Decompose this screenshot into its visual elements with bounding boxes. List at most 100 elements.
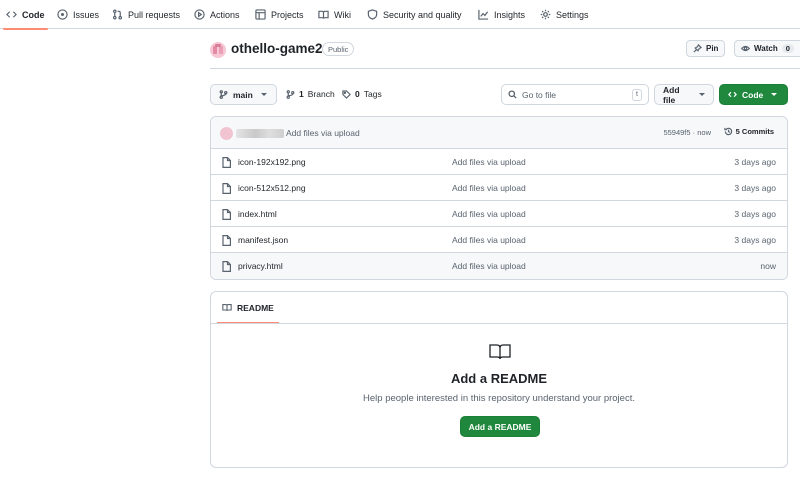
- pin-button[interactable]: Pin: [686, 40, 726, 57]
- tab-insights-label: Insights: [494, 9, 526, 20]
- tab-actions[interactable]: Actions: [194, 0, 240, 29]
- file-icon: [222, 261, 231, 272]
- commits-link[interactable]: 5 Commits: [723, 127, 774, 136]
- table-icon: [255, 9, 266, 20]
- search-icon: [508, 90, 517, 99]
- watch-label: Watch: [754, 44, 778, 53]
- table-row[interactable]: manifest.json Add files via upload 3 day…: [211, 227, 787, 253]
- latest-commit-hash-time[interactable]: 55949f5 · now: [663, 128, 711, 137]
- readme-panel: README Add a README Help people interest…: [210, 291, 788, 468]
- committer-name-redacted: [236, 129, 284, 138]
- file-date: 3 days ago: [734, 183, 776, 193]
- file-name[interactable]: privacy.html: [238, 261, 283, 271]
- chevron-down-icon: [771, 93, 778, 96]
- tab-projects[interactable]: Projects: [255, 0, 304, 29]
- latest-commit-message[interactable]: Add files via upload: [286, 128, 360, 138]
- repo-header: othello-game2 Public Pin Watch 0: [210, 40, 800, 69]
- branch-icon: [286, 89, 295, 99]
- file-table: Add files via upload 55949f5 · now 5 Com…: [210, 116, 788, 280]
- tab-security-label: Security and quality: [383, 9, 462, 20]
- table-row[interactable]: privacy.html Add files via upload now: [211, 253, 787, 279]
- tab-actions-label: Actions: [210, 9, 240, 20]
- pin-icon: [693, 44, 702, 53]
- tab-security[interactable]: Security and quality: [367, 0, 462, 29]
- issue-icon: [57, 9, 68, 20]
- owner-avatar[interactable]: [210, 42, 226, 58]
- code-icon: [6, 11, 17, 18]
- add-file-label: Add file: [663, 84, 680, 105]
- file-icon: [222, 157, 231, 168]
- file-commit-message[interactable]: Add files via upload: [452, 261, 526, 271]
- tag-label: Tags: [363, 89, 382, 99]
- history-icon: [723, 127, 732, 136]
- file-date: 3 days ago: [734, 157, 776, 167]
- divider: [211, 323, 787, 324]
- repo-name[interactable]: othello-game2: [231, 41, 323, 56]
- branch-name: main: [233, 89, 253, 100]
- readme-empty-description: Help people interested in this repositor…: [363, 393, 635, 404]
- file-commit-message[interactable]: Add files via upload: [452, 235, 526, 245]
- watch-button[interactable]: Watch 0: [734, 40, 800, 57]
- tab-insights[interactable]: Insights: [478, 0, 525, 29]
- commits-label: 5 Commits: [735, 127, 774, 136]
- tab-issues[interactable]: Issues: [57, 0, 99, 29]
- file-icon: [222, 183, 231, 194]
- tab-readme[interactable]: README: [217, 292, 279, 324]
- tag-icon: [342, 89, 351, 99]
- file-commit-message[interactable]: Add files via upload: [452, 157, 526, 167]
- add-readme-button[interactable]: Add a README: [460, 416, 540, 437]
- tab-code-label: Code: [22, 9, 45, 20]
- file-commit-message[interactable]: Add files via upload: [452, 183, 526, 193]
- pull-request-icon: [112, 9, 123, 20]
- readme-tab-label: README: [237, 302, 274, 313]
- gear-icon: [540, 9, 551, 20]
- tab-settings[interactable]: Settings: [540, 0, 589, 29]
- file-name[interactable]: index.html: [238, 209, 277, 219]
- file-name[interactable]: icon-512x512.png: [238, 183, 306, 193]
- file-date: 3 days ago: [734, 209, 776, 219]
- tab-code[interactable]: Code: [3, 0, 47, 30]
- code-icon: [728, 91, 737, 98]
- go-to-file-search[interactable]: t: [501, 84, 649, 105]
- search-input[interactable]: [522, 89, 622, 100]
- eye-icon: [741, 45, 750, 52]
- add-file-button[interactable]: Add file: [654, 84, 714, 105]
- file-icon: [222, 235, 231, 246]
- tab-settings-label: Settings: [556, 9, 589, 20]
- tab-pull-requests[interactable]: Pull requests: [112, 0, 180, 29]
- file-name[interactable]: icon-192x192.png: [238, 157, 306, 167]
- repo-nav: Code Issues Pull requests Actions Projec…: [0, 0, 800, 30]
- file-commit-message[interactable]: Add files via upload: [452, 209, 526, 219]
- code-button[interactable]: Code: [719, 84, 788, 105]
- code-button-label: Code: [742, 89, 764, 100]
- tags-link[interactable]: 0 Tags: [342, 89, 382, 99]
- tab-pull-requests-label: Pull requests: [128, 9, 181, 20]
- chevron-down-icon: [699, 93, 705, 96]
- search-shortcut-key: t: [632, 88, 642, 101]
- visibility-badge: Public: [322, 42, 355, 56]
- tag-count: 0: [355, 89, 360, 99]
- pin-label: Pin: [706, 44, 719, 53]
- file-name[interactable]: manifest.json: [238, 235, 288, 245]
- branch-count: 1: [299, 89, 304, 99]
- shield-icon: [367, 9, 378, 20]
- tab-wiki-label: Wiki: [334, 9, 351, 20]
- table-row[interactable]: index.html Add files via upload 3 days a…: [211, 201, 787, 227]
- latest-commit-bar: Add files via upload 55949f5 · now 5 Com…: [211, 117, 787, 149]
- table-row[interactable]: icon-512x512.png Add files via upload 3 …: [211, 175, 787, 201]
- table-row[interactable]: icon-192x192.png Add files via upload 3 …: [211, 149, 787, 175]
- branch-selector[interactable]: main: [210, 84, 277, 105]
- branch-label: Branch: [307, 89, 335, 99]
- book-icon: [318, 10, 329, 19]
- tab-issues-label: Issues: [73, 9, 100, 20]
- branches-link[interactable]: 1 Branch: [286, 89, 335, 99]
- book-icon: [222, 304, 232, 311]
- file-date: 3 days ago: [734, 235, 776, 245]
- play-icon: [194, 9, 205, 20]
- committer-avatar[interactable]: [220, 127, 233, 140]
- tab-wiki[interactable]: Wiki: [318, 0, 351, 29]
- file-icon: [222, 209, 231, 220]
- watch-count: 0: [781, 44, 794, 53]
- graph-icon: [478, 9, 489, 20]
- tab-projects-label: Projects: [271, 9, 304, 20]
